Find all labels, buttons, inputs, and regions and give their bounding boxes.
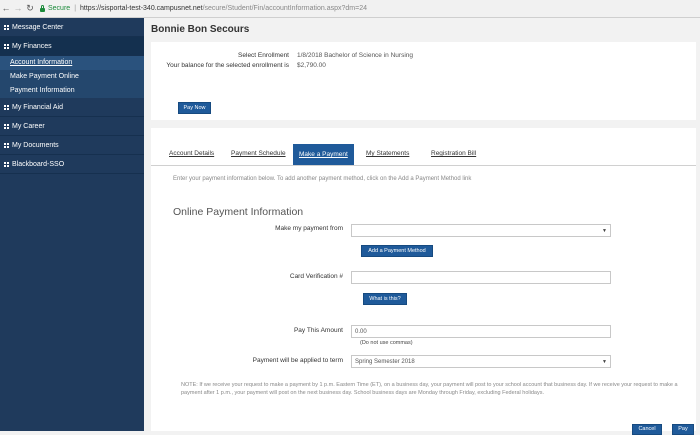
url-divider: | [74,5,77,12]
tab-payment-schedule[interactable]: Payment Schedule [231,150,286,157]
student-name: Bonnie Bon Secours [151,24,250,35]
sidebar-submenu-finances: Account Information Make Payment Online … [0,56,144,98]
sidebar-item-message-center[interactable]: Message Center [0,18,144,37]
payment-panel: Account Details Payment Schedule Make a … [151,128,696,435]
pay-amount-label: Pay This Amount [293,327,343,334]
sidebar-item-my-career[interactable]: My Career [0,117,144,136]
url-host: https://sisportal-test-340.campusnet.net [80,5,203,12]
term-value: Spring Semester 2018 [355,359,415,365]
cancel-button[interactable]: Cancel [632,424,662,435]
grid-icon [4,24,9,30]
grid-icon [4,43,9,49]
chevron-down-icon: ▼ [602,228,607,234]
chevron-down-icon: ▼ [602,359,607,365]
payment-note: NOTE: If we receive your request to make… [181,382,678,396]
sidebar-subitem-payment-information[interactable]: Payment Information [0,84,144,98]
forward-icon[interactable]: → [12,0,24,17]
grid-icon [4,123,9,129]
tab-my-statements[interactable]: My Statements [366,150,409,157]
address-bar[interactable]: https://sisportal-test-340.campusnet.net… [80,5,367,12]
browser-toolbar: ← → ↻ Secure | https://sisportal-test-34… [0,0,700,18]
lock-icon [40,4,45,12]
term-select[interactable]: Spring Semester 2018 ▼ [351,355,611,368]
back-icon[interactable]: ← [0,0,12,17]
url-path: /secure/Student/Fin/accountInformation.a… [202,5,367,12]
add-payment-method-button[interactable]: Add a Payment Method [361,245,433,257]
sidebar-item-label: My Financial Aid [12,103,63,111]
card-verification-label: Card Verification # [289,273,343,280]
pay-amount-hint: (Do not use commas) [360,340,413,346]
sidebar-item-my-documents[interactable]: My Documents [0,136,144,155]
tab-account-details[interactable]: Account Details [169,150,214,157]
sidebar-subitem-make-payment-online[interactable]: Make Payment Online [0,70,144,84]
sidebar-item-blackboard-sso[interactable]: Blackboard-SSO [0,155,144,174]
sidebar-item-label: My Documents [12,141,59,149]
tab-make-a-payment[interactable]: Make a Payment [293,144,354,165]
sidebar-item-label: My Career [12,122,45,130]
sidebar-item-label: My Finances [12,42,52,50]
grid-icon [4,161,9,167]
secure-label: Secure [48,5,71,12]
grid-icon [4,104,9,110]
reload-icon[interactable]: ↻ [24,0,36,17]
grid-icon [4,142,9,148]
sidebar-item-label: Blackboard-SSO [12,160,65,168]
section-title: Online Payment Information [173,206,304,218]
pay-button[interactable]: Pay [672,424,694,435]
tab-registration-bill[interactable]: Registration Bill [431,150,476,157]
card-verification-input[interactable] [351,271,611,284]
sidebar-item-my-financial-aid[interactable]: My Financial Aid [0,98,144,117]
payment-source-select[interactable]: ▼ [351,224,611,237]
secure-indicator[interactable]: Secure [40,4,71,12]
pay-now-button[interactable]: Pay Now [178,102,211,114]
sidebar: Message Center My Finances Account Infor… [0,18,144,431]
select-enrollment-label: Select Enrollment [238,52,289,59]
sidebar-item-my-finances[interactable]: My Finances [0,37,144,56]
sidebar-subitem-account-information[interactable]: Account Information [0,56,144,70]
payment-instructions: Enter your payment information below. To… [173,176,472,182]
payment-source-label: Make my payment from [275,225,343,232]
term-label: Payment will be applied to term [252,357,343,364]
select-enrollment-value[interactable]: 1/8/2018 Bachelor of Science in Nursing [297,52,413,59]
tab-bar: Account Details Payment Schedule Make a … [151,144,696,166]
balance-value: $2,790.00 [297,62,326,69]
enrollment-panel: Select Enrollment 1/8/2018 Bachelor of S… [151,42,696,120]
whats-this-button[interactable]: What is this? [363,293,407,305]
main-content: Bonnie Bon Secours Select Enrollment 1/8… [145,18,700,435]
sidebar-item-label: Message Center [12,23,64,31]
pay-amount-input[interactable]: 0.00 [351,325,611,338]
balance-label: Your balance for the selected enrollment… [166,62,289,69]
